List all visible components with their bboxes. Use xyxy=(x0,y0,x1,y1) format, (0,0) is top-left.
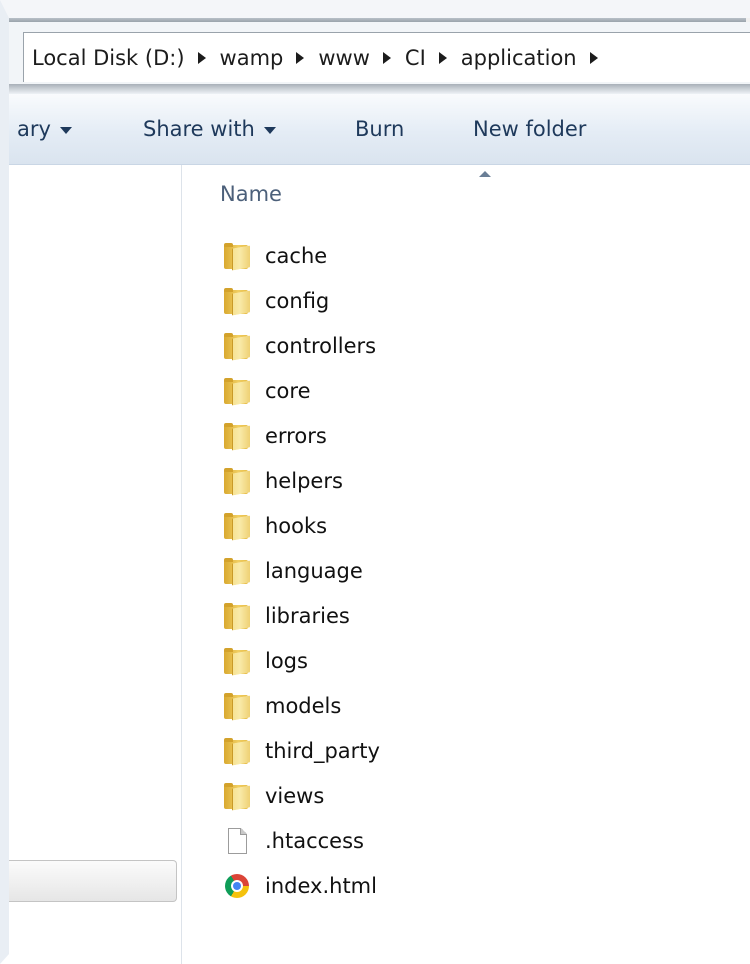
folder-icon xyxy=(222,242,252,271)
new-folder-button[interactable]: New folder xyxy=(473,94,586,164)
sort-ascending-icon xyxy=(479,171,491,177)
burn-label: Burn xyxy=(355,117,405,141)
folder-icon xyxy=(222,557,252,586)
dropdown-caret-icon xyxy=(263,126,276,134)
share-with-label: Share with xyxy=(143,117,255,141)
breadcrumb-arrow-icon[interactable] xyxy=(197,51,206,64)
column-header-name[interactable]: Name xyxy=(220,179,282,209)
file-name: models xyxy=(265,693,342,718)
folder-icon xyxy=(222,332,252,361)
list-item[interactable]: helpers xyxy=(222,458,380,503)
list-item[interactable]: index.html xyxy=(222,863,380,908)
list-item[interactable]: errors xyxy=(222,413,380,458)
chrome-icon xyxy=(222,872,252,900)
file-icon xyxy=(222,827,252,855)
breadcrumb-label: Local Disk (D:) xyxy=(32,45,185,70)
breadcrumb-label: www xyxy=(318,45,370,70)
file-name: errors xyxy=(265,423,327,448)
file-name: third_party xyxy=(265,738,380,763)
breadcrumb-arrow-icon[interactable] xyxy=(296,51,305,64)
folder-icon xyxy=(222,422,252,451)
file-list: Name cache config controllers core errors hel… xyxy=(182,165,750,964)
folder-icon xyxy=(222,647,252,676)
dropdown-caret-icon xyxy=(59,126,72,134)
folder-icon xyxy=(222,692,252,721)
navigation-pane-scrollbar[interactable] xyxy=(9,860,177,902)
file-name: views xyxy=(265,783,325,808)
include-in-library-button[interactable]: ary xyxy=(17,94,72,164)
list-item[interactable]: config xyxy=(222,278,380,323)
list-item[interactable]: cache xyxy=(222,233,380,278)
folder-icon xyxy=(222,377,252,406)
breadcrumb-www[interactable]: www xyxy=(318,46,405,70)
folder-icon xyxy=(222,287,252,316)
folder-icon xyxy=(222,467,252,496)
file-name: logs xyxy=(265,648,308,673)
list-item[interactable]: hooks xyxy=(222,503,380,548)
breadcrumb-arrow-icon[interactable] xyxy=(382,51,391,64)
include-in-library-label: ary xyxy=(17,117,51,141)
file-name: libraries xyxy=(265,603,350,628)
breadcrumb-wamp[interactable]: wamp xyxy=(220,46,319,70)
list-item[interactable]: controllers xyxy=(222,323,380,368)
breadcrumb-label: wamp xyxy=(219,45,284,70)
list-item[interactable]: libraries xyxy=(222,593,380,638)
breadcrumb-label: application xyxy=(460,45,577,70)
file-name: helpers xyxy=(265,468,343,493)
list-item[interactable]: third_party xyxy=(222,728,380,773)
share-with-button[interactable]: Share with xyxy=(143,94,276,164)
folder-icon xyxy=(222,602,252,631)
file-rows: cache config controllers core errors helpers h… xyxy=(222,233,380,908)
command-bar: ary Share with Burn New folder xyxy=(9,94,750,165)
breadcrumb-ci[interactable]: CI xyxy=(405,46,461,70)
list-item[interactable]: views xyxy=(222,773,380,818)
address-bar-divider xyxy=(9,84,750,94)
file-name: core xyxy=(265,378,311,403)
address-bar[interactable]: Local Disk (D:) wamp www CI application xyxy=(23,32,750,82)
list-item[interactable]: .htaccess xyxy=(222,818,380,863)
address-bar-area: Local Disk (D:) wamp www CI application xyxy=(9,22,750,84)
file-name: language xyxy=(265,558,363,583)
new-folder-label: New folder xyxy=(473,117,587,141)
breadcrumb-label: CI xyxy=(404,45,426,70)
column-header-label: Name xyxy=(220,182,282,206)
file-name: controllers xyxy=(265,333,377,358)
list-item[interactable]: models xyxy=(222,683,380,728)
breadcrumb-application[interactable]: application xyxy=(461,46,612,70)
folder-icon xyxy=(222,512,252,541)
list-item[interactable]: core xyxy=(222,368,380,413)
file-name: .htaccess xyxy=(265,828,364,853)
list-item[interactable]: language xyxy=(222,548,380,593)
folder-icon xyxy=(222,782,252,811)
list-item[interactable]: logs xyxy=(222,638,380,683)
breadcrumb-local-disk[interactable]: Local Disk (D:) xyxy=(32,46,220,70)
file-name: hooks xyxy=(265,513,328,538)
breadcrumb-arrow-icon[interactable] xyxy=(438,51,447,64)
breadcrumb-arrow-icon[interactable] xyxy=(589,51,598,64)
navigation-pane[interactable] xyxy=(9,165,182,964)
file-name: cache xyxy=(265,243,328,268)
file-name: config xyxy=(265,288,330,313)
burn-button[interactable]: Burn xyxy=(355,94,404,164)
file-name: index.html xyxy=(265,873,377,898)
folder-icon xyxy=(222,737,252,766)
